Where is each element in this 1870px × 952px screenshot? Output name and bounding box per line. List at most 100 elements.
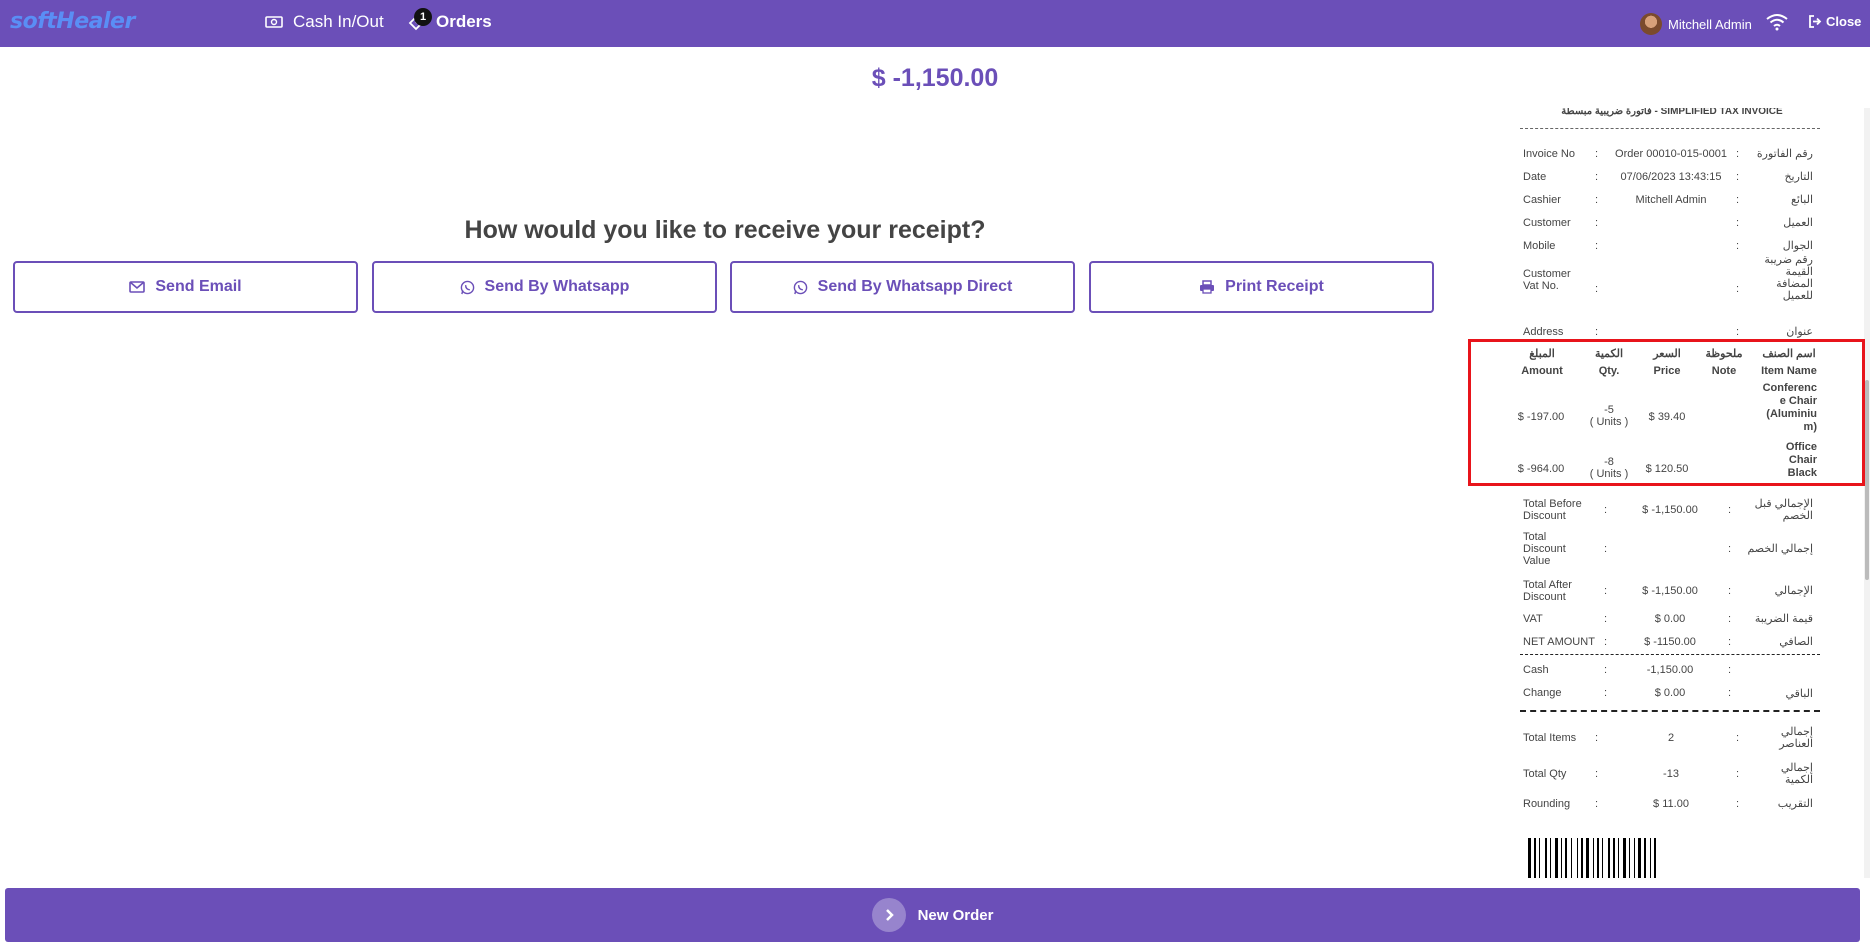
new-order-button[interactable]: New Order: [5, 888, 1860, 942]
sign-out-icon: [1809, 15, 1822, 28]
info-value: 07/06/2023 13:43:15: [1620, 171, 1722, 183]
total-label: NET AMOUNT: [1523, 636, 1595, 648]
payment-label: Cash: [1523, 664, 1549, 676]
summary-colon: :: [1736, 732, 1740, 744]
total-label-ar: الصافي: [1779, 636, 1813, 648]
total-label: VAT: [1523, 613, 1543, 625]
info-label: Date: [1523, 171, 1547, 183]
envelope-icon: [129, 281, 146, 293]
total-label: Total After Discount: [1523, 579, 1572, 603]
total-value: $ -1,150.00: [1642, 585, 1698, 597]
payment-label-ar: الباقي: [1785, 688, 1813, 700]
info-label-ar: العميل: [1783, 217, 1813, 229]
total-value: $ -1150.00: [1644, 636, 1696, 648]
info-value: Order 00010-015-0001: [1615, 148, 1727, 160]
receipt-preview[interactable]: فاتورة ضريبية مبسطة - SIMPLIFIED TAX INV…: [1500, 108, 1850, 878]
barcode: [1528, 838, 1656, 878]
send-email-label: Send Email: [155, 278, 242, 295]
total-colon: :: [1604, 613, 1608, 625]
summary-colon: :: [1595, 768, 1599, 780]
order-total-amount: $ -1,150.00: [871, 64, 999, 92]
payment-colon: :: [1604, 687, 1608, 699]
summary-colon: :: [1736, 768, 1740, 780]
info-label: Address: [1523, 326, 1564, 338]
summary-colon: :: [1595, 798, 1599, 810]
send-whatsapp-button[interactable]: Send By Whatsapp: [372, 261, 717, 313]
user-name: Mitchell Admin: [1668, 16, 1752, 32]
summary-label: Total Items: [1523, 732, 1577, 744]
info-colon: :: [1595, 326, 1599, 338]
close-button[interactable]: Close: [1808, 14, 1861, 29]
divider: [1520, 654, 1820, 655]
receipt-scrollbar-thumb[interactable]: [1865, 380, 1869, 580]
receipt-question: How would you like to receive your recei…: [464, 216, 986, 244]
total-value: $ -1,150.00: [1642, 504, 1698, 516]
summary-label: Rounding: [1523, 798, 1571, 810]
orders-label: Orders: [436, 12, 492, 31]
info-label-ar: الجوال: [1782, 240, 1813, 252]
cash-icon: [265, 16, 283, 28]
info-colon: :: [1736, 326, 1740, 338]
payment-label: Change: [1523, 687, 1562, 699]
new-order-label: New Order: [917, 906, 994, 924]
wifi-icon: [1766, 13, 1788, 36]
total-colon: :: [1604, 543, 1608, 555]
info-label: Customer Vat No.: [1523, 268, 1571, 292]
info-colon: :: [1736, 194, 1740, 206]
divider: [1520, 128, 1820, 129]
payment-colon: :: [1728, 664, 1732, 676]
info-label: Cashier: [1523, 194, 1561, 206]
send-whatsapp-direct-label: Send By Whatsapp Direct: [817, 278, 1013, 295]
send-email-button[interactable]: Send Email: [13, 261, 358, 313]
brand-logo: softHealer: [10, 9, 135, 34]
whatsapp-icon: [460, 280, 474, 294]
summary-value: $ 11.00: [1653, 798, 1689, 810]
info-colon: :: [1595, 148, 1599, 160]
payment-colon: :: [1604, 664, 1608, 676]
summary-value: 2: [1667, 732, 1675, 744]
close-label: Close: [1826, 14, 1862, 29]
info-value: Mitchell Admin: [1635, 194, 1707, 206]
total-label-ar: إجمالي الخصم: [1747, 543, 1813, 555]
info-label: Invoice No: [1523, 148, 1575, 160]
summary-colon: :: [1595, 732, 1599, 744]
summary-label-ar: التقريب: [1777, 798, 1813, 810]
info-label-ar: البائع: [1791, 194, 1813, 206]
payment-value: $ 0.00: [1654, 687, 1686, 699]
total-colon: :: [1728, 613, 1732, 625]
total-colon: :: [1728, 543, 1732, 555]
info-colon: :: [1595, 240, 1599, 252]
print-receipt-button[interactable]: Print Receipt: [1089, 261, 1434, 313]
info-colon: :: [1595, 217, 1599, 229]
total-colon: :: [1604, 636, 1608, 648]
info-label-ar: التاريخ: [1784, 171, 1813, 183]
info-colon: :: [1595, 283, 1599, 295]
info-label-ar: رقم الفاتورة: [1756, 148, 1813, 160]
total-label-ar: الإجمالي: [1774, 585, 1813, 597]
chevron-right-icon: [871, 898, 906, 932]
user-menu[interactable]: Mitchell Admin: [1640, 13, 1752, 35]
avatar: [1640, 13, 1662, 35]
printer-icon: [1200, 280, 1215, 294]
highlight-box: [1468, 339, 1865, 486]
payment-value: -1,150.00: [1646, 664, 1694, 676]
info-colon: :: [1736, 240, 1740, 252]
info-colon: :: [1595, 171, 1599, 183]
send-whatsapp-direct-button[interactable]: Send By Whatsapp Direct: [730, 261, 1075, 313]
orders-count-badge: 1: [414, 8, 432, 26]
summary-label: Total Qty: [1523, 768, 1567, 780]
summary-label-ar: إجمالي الكمية: [1780, 762, 1813, 786]
info-colon: :: [1736, 171, 1740, 183]
info-colon: :: [1595, 194, 1599, 206]
info-label-ar: عنوان: [1786, 326, 1813, 338]
info-label: Customer: [1523, 217, 1571, 229]
info-colon: :: [1736, 148, 1740, 160]
total-colon: :: [1604, 504, 1608, 516]
send-whatsapp-label: Send By Whatsapp: [484, 278, 630, 295]
cash-in-out-button[interactable]: Cash In/Out: [265, 12, 384, 32]
print-receipt-label: Print Receipt: [1225, 278, 1324, 295]
payment-colon: :: [1728, 687, 1732, 699]
receipt-title: فاتورة ضريبية مبسطة - SIMPLIFIED TAX INV…: [1561, 108, 1783, 117]
summary-value: -13: [1663, 768, 1679, 780]
summary-label-ar: إجمالي العناصر: [1779, 726, 1813, 750]
